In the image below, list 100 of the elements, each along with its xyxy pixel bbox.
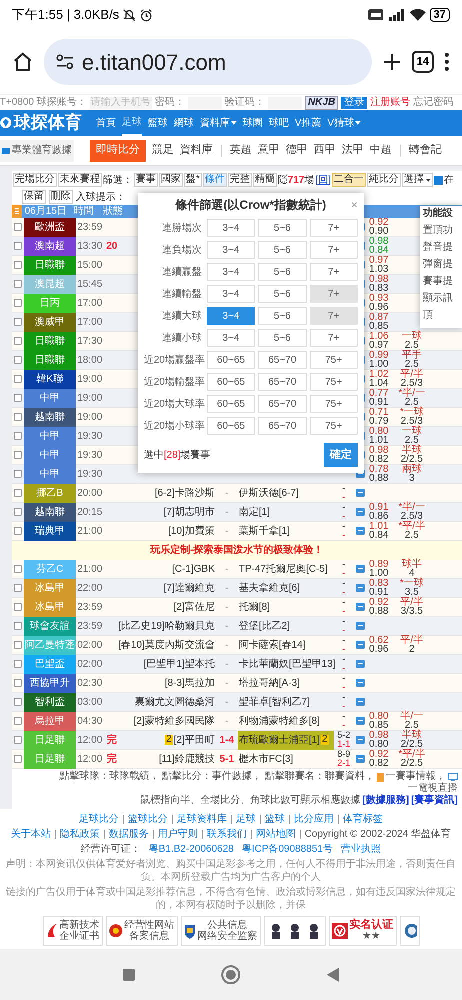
license-link[interactable]: 营业执照 (341, 843, 382, 856)
league-label[interactable]: 日職聯 (24, 256, 76, 274)
legend-link[interactable]: [賽事資訊] (411, 795, 458, 807)
half-score[interactable]: - (342, 560, 346, 569)
filter-option[interactable]: 75+ (310, 395, 358, 413)
league-label[interactable]: 澳威甲 (24, 312, 76, 332)
half-score[interactable]: - (342, 655, 346, 664)
tune-icon[interactable] (56, 54, 74, 70)
league-label[interactable]: 西協甲升 (24, 674, 76, 692)
password-field[interactable] (188, 96, 222, 108)
license-link[interactable]: 粤B1.B2-20060628 (148, 843, 234, 856)
settings-item[interactable]: 聲音提 (423, 239, 453, 256)
filter-option[interactable]: 60~65 (207, 373, 256, 391)
subnav-tab[interactable]: 英超 (230, 140, 252, 162)
certificate-badge[interactable]: 实名认证 ★★ (328, 916, 396, 946)
footer-link[interactable]: 网站地图 (256, 828, 296, 841)
row-checkbox[interactable] (14, 584, 22, 592)
filter-option[interactable]: 3~4 (207, 241, 256, 259)
home-team[interactable]: [巴聖甲1]聖本托 (144, 656, 215, 672)
subnav-tab[interactable]: 轉會記 (409, 140, 442, 162)
match-info-icon[interactable] (356, 527, 364, 535)
league-label[interactable]: 烏拉甲 (24, 712, 76, 730)
row-checkbox[interactable] (14, 698, 22, 706)
away-team[interactable]: 阿卡薩索[春14] (239, 638, 306, 652)
home-button-icon[interactable] (221, 965, 241, 985)
half-score[interactable]: 2-1 (337, 759, 350, 768)
half-score[interactable]: - (342, 617, 346, 626)
filter-option[interactable]: 65~70 (258, 351, 307, 369)
filter-option[interactable]: 5~6 (258, 329, 307, 347)
subnav-tab[interactable]: 中超 (370, 140, 392, 162)
row-checkbox[interactable] (14, 280, 22, 288)
filter-option[interactable]: 5~6 (258, 241, 307, 259)
toolbar-button[interactable]: 刪除 (49, 190, 73, 204)
footer-link[interactable]: 足球资料库 (177, 813, 227, 826)
row-checkbox[interactable] (14, 622, 22, 630)
subnav-tab[interactable]: 資料庫 (180, 140, 213, 162)
league-label[interactable]: 中甲 (24, 446, 76, 464)
away-team[interactable]: 塔拉哥納[A-3] (239, 676, 300, 690)
back-icon[interactable] (327, 968, 339, 982)
subnav-tab[interactable]: 德甲 (286, 140, 308, 162)
nav-link[interactable]: 網球 (174, 110, 194, 136)
match-info-icon[interactable] (356, 755, 364, 763)
row-checkbox[interactable] (14, 641, 22, 649)
home-team[interactable]: [2]蒙特維多國民隊 (134, 714, 215, 728)
home-team[interactable]: [2]平田町 (174, 732, 215, 748)
row-checkbox[interactable] (14, 223, 22, 231)
row-checkbox[interactable] (14, 679, 22, 687)
footer-link[interactable]: 关于本站 (10, 828, 51, 841)
filter-option[interactable]: 65~70 (258, 395, 307, 413)
filter-option[interactable]: 5~6 (258, 219, 307, 237)
subnav-tab[interactable]: 西甲 (314, 140, 336, 162)
away-team[interactable]: 登堡[比乙2] (239, 618, 290, 634)
match-info-icon[interactable] (356, 641, 364, 649)
match-score[interactable]: - (225, 714, 229, 728)
league-label[interactable]: 越南聯 (24, 408, 76, 426)
filter-option[interactable]: 3~4 (207, 263, 256, 281)
plus-icon[interactable] (382, 52, 402, 72)
league-label[interactable]: 日職聯 (24, 350, 76, 370)
match-score[interactable]: - (225, 486, 229, 500)
away-team[interactable]: 利物浦蒙特維多[8] (239, 714, 320, 728)
footer-link[interactable]: 篮球比分 (128, 813, 168, 826)
option-checkbox[interactable]: 在 (434, 172, 454, 188)
footer-link[interactable]: 用户守则 (158, 828, 198, 841)
league-label[interactable]: 澳南超 (24, 236, 76, 256)
home-team[interactable]: [C-1]GBK (172, 562, 215, 576)
row-checkbox[interactable] (14, 717, 22, 725)
match-info-icon[interactable] (356, 489, 364, 497)
mode-button[interactable]: 純比分 (367, 173, 402, 187)
half-score[interactable]: - (342, 645, 346, 654)
certificate-badge[interactable] (400, 916, 420, 946)
certificate-badge[interactable]: 高新技术 企业证书 (42, 916, 102, 946)
home-team[interactable]: [8-3]馬拉加 (164, 676, 215, 690)
settings-item[interactable]: 彈窗提 (423, 256, 453, 273)
half-score[interactable]: 5-2 (337, 731, 350, 740)
home-team[interactable]: [春10]莫度內斯交流會 (118, 638, 215, 652)
row-checkbox[interactable] (14, 299, 22, 307)
home-team[interactable]: [11]鈴鹿競技 (159, 752, 215, 766)
row-checkbox[interactable] (14, 394, 22, 402)
home-team[interactable]: [比乙史19]哈勒爾貝克 (118, 618, 215, 634)
select-dropdown[interactable]: 選擇 (402, 173, 434, 187)
league-label[interactable]: 中甲 (24, 426, 76, 446)
match-score[interactable]: - (225, 694, 229, 710)
filter-button[interactable]: 條件 (202, 173, 227, 187)
nav-link[interactable]: 球吧 (269, 110, 289, 136)
match-info-icon[interactable] (356, 736, 364, 744)
match-score[interactable]: - (225, 524, 229, 538)
home-team[interactable]: [10]加費策 (168, 524, 215, 538)
league-label[interactable]: 中甲 (24, 388, 76, 408)
filter-button[interactable]: 盤* (184, 173, 202, 187)
row-checkbox[interactable] (14, 356, 22, 364)
row-checkbox[interactable] (14, 318, 22, 326)
row-checkbox[interactable] (14, 508, 22, 516)
half-score[interactable]: - (342, 636, 346, 645)
match-score[interactable]: 1-4 (220, 732, 234, 748)
half-score[interactable]: - (342, 664, 346, 673)
nav-link[interactable]: 球園 (243, 110, 263, 136)
half-score[interactable]: 1-1 (337, 740, 350, 749)
half-score[interactable]: - (342, 598, 346, 607)
register-link[interactable]: 注册账号 (370, 96, 410, 108)
away-team[interactable]: 基夫拿維克[6] (239, 580, 300, 596)
